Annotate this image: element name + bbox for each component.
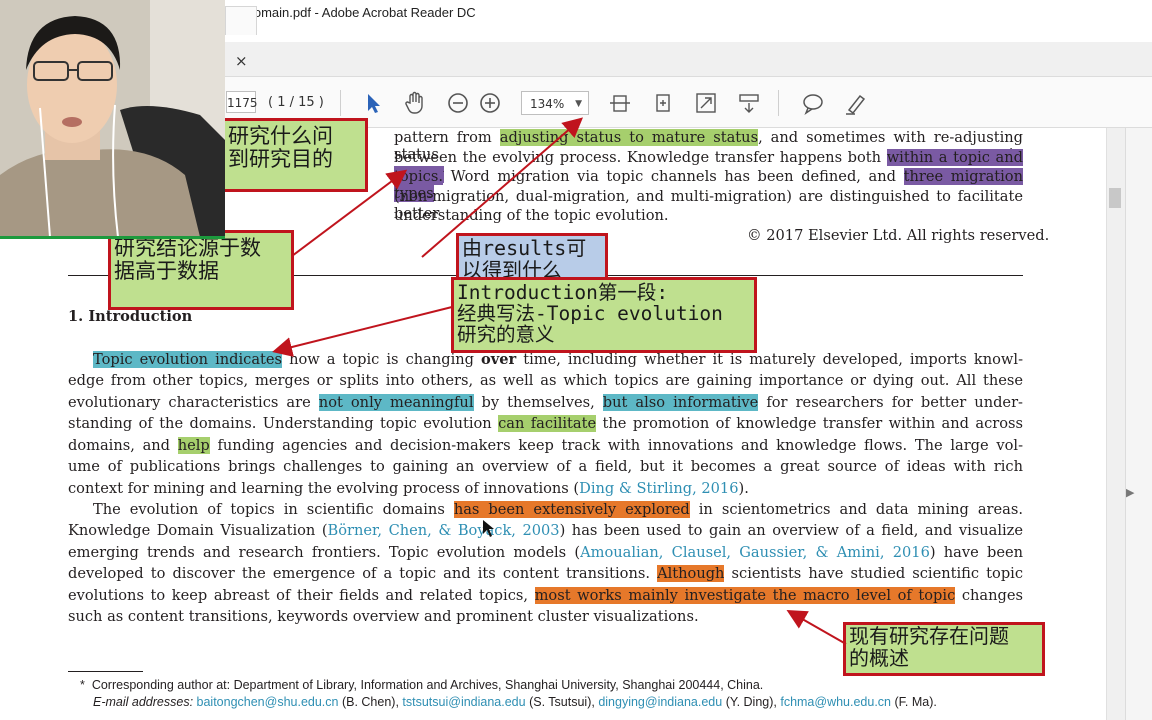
webcam-border [0,236,225,239]
arrow [272,306,453,357]
webcam-overlay [0,0,225,237]
mouse-cursor-icon [483,520,494,537]
presenter-video [0,0,225,237]
arrow [291,169,408,257]
arrow [786,610,847,645]
arrow [421,117,584,258]
